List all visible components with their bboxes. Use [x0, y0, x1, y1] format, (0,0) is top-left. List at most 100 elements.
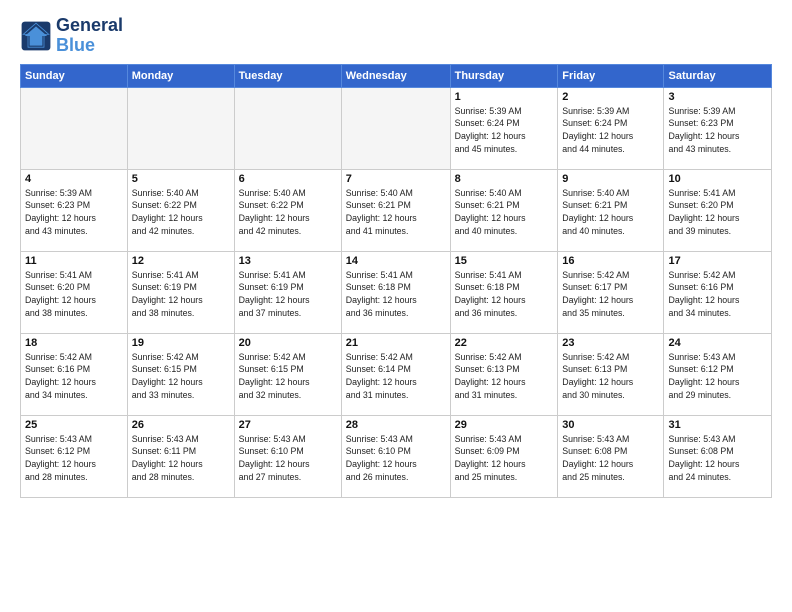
day-number: 17 [668, 255, 767, 267]
day-info: Sunrise: 5:39 AM Sunset: 6:23 PM Dayligh… [668, 105, 767, 156]
page: General Blue SundayMondayTuesdayWednesda… [0, 0, 792, 612]
day-number: 1 [455, 91, 554, 103]
day-info: Sunrise: 5:41 AM Sunset: 6:18 PM Dayligh… [455, 269, 554, 320]
day-cell: 16 Sunrise: 5:42 AM Sunset: 6:17 PM Dayli… [558, 251, 664, 333]
weekday-header-friday: Friday [558, 64, 664, 87]
day-info: Sunrise: 5:40 AM Sunset: 6:21 PM Dayligh… [346, 187, 446, 238]
day-number: 15 [455, 255, 554, 267]
day-info: Sunrise: 5:42 AM Sunset: 6:15 PM Dayligh… [132, 351, 230, 402]
day-info: Sunrise: 5:43 AM Sunset: 6:11 PM Dayligh… [132, 433, 230, 484]
day-cell: 10 Sunrise: 5:41 AM Sunset: 6:20 PM Dayli… [664, 169, 772, 251]
day-number: 30 [562, 419, 659, 431]
day-info: Sunrise: 5:40 AM Sunset: 6:22 PM Dayligh… [132, 187, 230, 238]
day-info: Sunrise: 5:42 AM Sunset: 6:14 PM Dayligh… [346, 351, 446, 402]
day-cell: 22 Sunrise: 5:42 AM Sunset: 6:13 PM Dayli… [450, 333, 558, 415]
weekday-header-sunday: Sunday [21, 64, 128, 87]
day-info: Sunrise: 5:39 AM Sunset: 6:24 PM Dayligh… [562, 105, 659, 156]
day-number: 25 [25, 419, 123, 431]
day-cell: 13Sunrise: 5:41 AM Sunset: 6:19 PM Dayli… [234, 251, 341, 333]
weekday-header-thursday: Thursday [450, 64, 558, 87]
day-cell: 12Sunrise: 5:41 AM Sunset: 6:19 PM Dayli… [127, 251, 234, 333]
day-number: 31 [668, 419, 767, 431]
day-cell: 14 Sunrise: 5:41 AM Sunset: 6:18 PM Dayli… [341, 251, 450, 333]
day-number: 23 [562, 337, 659, 349]
day-number: 21 [346, 337, 446, 349]
day-number: 16 [562, 255, 659, 267]
day-cell: 28 Sunrise: 5:43 AM Sunset: 6:10 PM Dayli… [341, 415, 450, 497]
day-cell [234, 87, 341, 169]
weekday-header-wednesday: Wednesday [341, 64, 450, 87]
day-number: 2 [562, 91, 659, 103]
weekday-header-tuesday: Tuesday [234, 64, 341, 87]
day-cell: 30Sunrise: 5:43 AM Sunset: 6:08 PM Dayli… [558, 415, 664, 497]
day-number: 13 [239, 255, 337, 267]
week-row-1: 1 Sunrise: 5:39 AM Sunset: 6:24 PM Daylig… [21, 87, 772, 169]
logo-text: General Blue [56, 16, 123, 56]
day-info: Sunrise: 5:41 AM Sunset: 6:18 PM Dayligh… [346, 269, 446, 320]
day-info: Sunrise: 5:39 AM Sunset: 6:23 PM Dayligh… [25, 187, 123, 238]
day-cell [127, 87, 234, 169]
day-number: 22 [455, 337, 554, 349]
weekday-header-saturday: Saturday [664, 64, 772, 87]
day-number: 14 [346, 255, 446, 267]
day-cell: 21 Sunrise: 5:42 AM Sunset: 6:14 PM Dayli… [341, 333, 450, 415]
day-cell: 26 Sunrise: 5:43 AM Sunset: 6:11 PM Dayli… [127, 415, 234, 497]
logo-icon [20, 20, 52, 52]
day-cell: 7 Sunrise: 5:40 AM Sunset: 6:21 PM Daylig… [341, 169, 450, 251]
day-number: 20 [239, 337, 337, 349]
day-number: 27 [239, 419, 337, 431]
day-number: 6 [239, 173, 337, 185]
day-cell: 17 Sunrise: 5:42 AM Sunset: 6:16 PM Dayli… [664, 251, 772, 333]
day-number: 28 [346, 419, 446, 431]
day-cell: 18Sunrise: 5:42 AM Sunset: 6:16 PM Dayli… [21, 333, 128, 415]
day-info: Sunrise: 5:40 AM Sunset: 6:21 PM Dayligh… [562, 187, 659, 238]
day-cell: 2 Sunrise: 5:39 AM Sunset: 6:24 PM Daylig… [558, 87, 664, 169]
day-info: Sunrise: 5:42 AM Sunset: 6:15 PM Dayligh… [239, 351, 337, 402]
day-cell: 27Sunrise: 5:43 AM Sunset: 6:10 PM Dayli… [234, 415, 341, 497]
day-info: Sunrise: 5:40 AM Sunset: 6:21 PM Dayligh… [455, 187, 554, 238]
day-info: Sunrise: 5:43 AM Sunset: 6:12 PM Dayligh… [668, 351, 767, 402]
day-cell: 20 Sunrise: 5:42 AM Sunset: 6:15 PM Dayli… [234, 333, 341, 415]
day-info: Sunrise: 5:41 AM Sunset: 6:20 PM Dayligh… [668, 187, 767, 238]
day-number: 10 [668, 173, 767, 185]
day-cell: 8 Sunrise: 5:40 AM Sunset: 6:21 PM Daylig… [450, 169, 558, 251]
day-number: 7 [346, 173, 446, 185]
day-cell: 29 Sunrise: 5:43 AM Sunset: 6:09 PM Dayli… [450, 415, 558, 497]
day-cell [341, 87, 450, 169]
day-number: 5 [132, 173, 230, 185]
day-info: Sunrise: 5:42 AM Sunset: 6:13 PM Dayligh… [562, 351, 659, 402]
day-info: Sunrise: 5:43 AM Sunset: 6:10 PM Dayligh… [346, 433, 446, 484]
week-row-5: 25Sunrise: 5:43 AM Sunset: 6:12 PM Dayli… [21, 415, 772, 497]
day-info: Sunrise: 5:40 AM Sunset: 6:22 PM Dayligh… [239, 187, 337, 238]
day-info: Sunrise: 5:42 AM Sunset: 6:17 PM Dayligh… [562, 269, 659, 320]
day-cell: 4Sunrise: 5:39 AM Sunset: 6:23 PM Daylig… [21, 169, 128, 251]
day-info: Sunrise: 5:42 AM Sunset: 6:16 PM Dayligh… [25, 351, 123, 402]
day-info: Sunrise: 5:41 AM Sunset: 6:19 PM Dayligh… [132, 269, 230, 320]
day-number: 19 [132, 337, 230, 349]
calendar: SundayMondayTuesdayWednesdayThursdayFrid… [20, 64, 772, 498]
day-cell: 23 Sunrise: 5:42 AM Sunset: 6:13 PM Dayli… [558, 333, 664, 415]
day-cell: 19 Sunrise: 5:42 AM Sunset: 6:15 PM Dayli… [127, 333, 234, 415]
day-number: 9 [562, 173, 659, 185]
day-number: 11 [25, 255, 123, 267]
day-number: 8 [455, 173, 554, 185]
day-cell: 3Sunrise: 5:39 AM Sunset: 6:23 PM Daylig… [664, 87, 772, 169]
day-cell: 24Sunrise: 5:43 AM Sunset: 6:12 PM Dayli… [664, 333, 772, 415]
week-row-4: 18Sunrise: 5:42 AM Sunset: 6:16 PM Dayli… [21, 333, 772, 415]
day-cell: 11Sunrise: 5:41 AM Sunset: 6:20 PM Dayli… [21, 251, 128, 333]
day-cell: 6 Sunrise: 5:40 AM Sunset: 6:22 PM Daylig… [234, 169, 341, 251]
day-number: 26 [132, 419, 230, 431]
week-row-2: 4Sunrise: 5:39 AM Sunset: 6:23 PM Daylig… [21, 169, 772, 251]
day-info: Sunrise: 5:42 AM Sunset: 6:13 PM Dayligh… [455, 351, 554, 402]
day-cell: 1Sunrise: 5:39 AM Sunset: 6:24 PM Daylig… [450, 87, 558, 169]
day-number: 29 [455, 419, 554, 431]
day-cell: 5 Sunrise: 5:40 AM Sunset: 6:22 PM Daylig… [127, 169, 234, 251]
logo: General Blue [20, 16, 123, 56]
day-info: Sunrise: 5:42 AM Sunset: 6:16 PM Dayligh… [668, 269, 767, 320]
weekday-header-row: SundayMondayTuesdayWednesdayThursdayFrid… [21, 64, 772, 87]
day-info: Sunrise: 5:43 AM Sunset: 6:09 PM Dayligh… [455, 433, 554, 484]
weekday-header-monday: Monday [127, 64, 234, 87]
day-cell: 31Sunrise: 5:43 AM Sunset: 6:08 PM Dayli… [664, 415, 772, 497]
header: General Blue [20, 16, 772, 56]
day-cell: 9 Sunrise: 5:40 AM Sunset: 6:21 PM Daylig… [558, 169, 664, 251]
